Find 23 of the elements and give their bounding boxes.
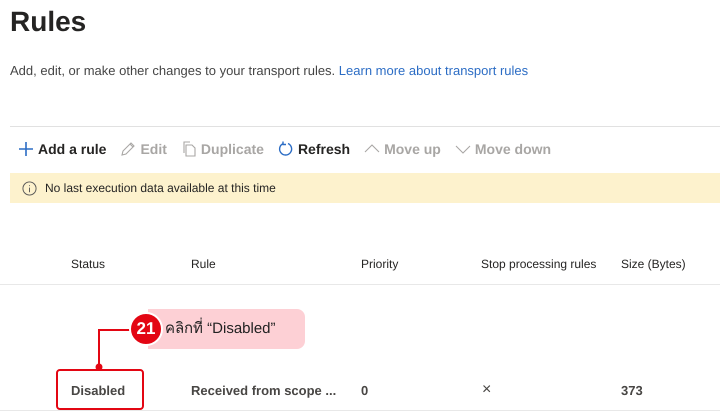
description: Add, edit, or make other changes to your transport rules. Learn more about transport rules	[10, 62, 530, 80]
toolbar-button[interactable]: Add a rule	[18, 141, 106, 157]
status-cell-text: Disabled	[70, 382, 126, 398]
column-header: Rule	[191, 257, 217, 271]
rule-cell-text: Received from scope ...	[191, 382, 338, 398]
learn-more-link[interactable]: Learn more about transport rules	[338, 63, 528, 78]
stop-processing-cell-text: ×	[481, 381, 492, 399]
leader-line	[95, 328, 132, 371]
refresh-icon	[278, 141, 294, 157]
column-header: Priority	[361, 257, 400, 271]
info-icon	[22, 180, 37, 196]
size-cell-text: 373	[621, 382, 644, 398]
toolbar-button[interactable]: Refresh	[278, 141, 350, 157]
step-number: 21	[129, 312, 163, 346]
banner-text: No last execution data available at this time	[45, 181, 276, 195]
column-header: Size (Bytes)	[621, 257, 687, 271]
plus-icon	[18, 141, 34, 157]
column-header: Stop processing rules	[481, 257, 598, 271]
priority-cell-text: 0	[361, 382, 370, 398]
page-title: Rules	[9, 5, 88, 39]
copy-icon	[180, 141, 197, 157]
column-header: Status	[70, 257, 106, 271]
pencil-icon	[120, 141, 136, 157]
